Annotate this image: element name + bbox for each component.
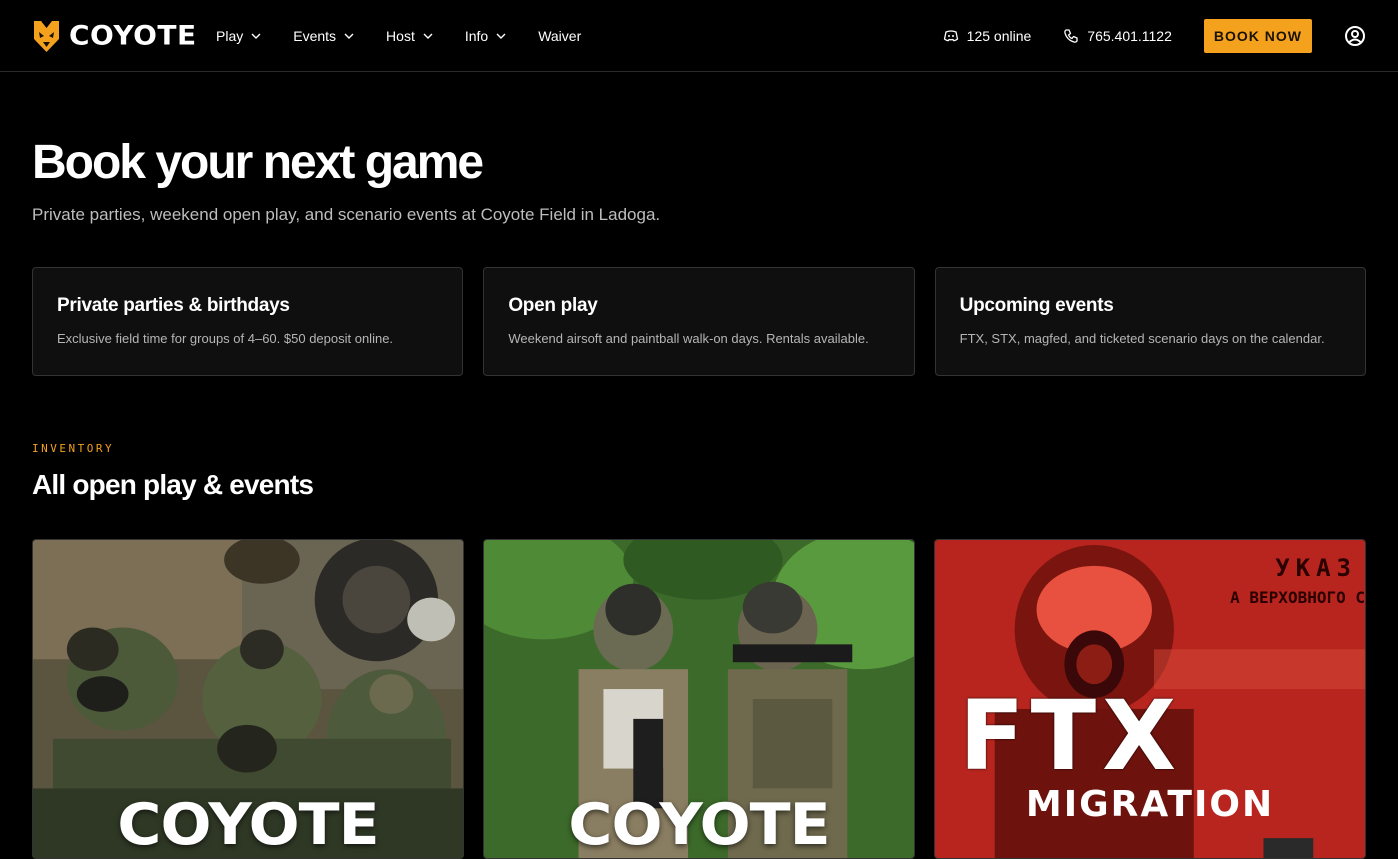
nav-events-label: Events [293, 27, 337, 44]
nav-host[interactable]: Host [386, 28, 433, 44]
coyote-badge-icon [34, 20, 59, 52]
nav-host-label: Host [386, 27, 415, 44]
tile-sublabel: MIGRATION [1025, 784, 1275, 825]
phone-icon [1064, 28, 1078, 43]
online-count: 125 online [966, 27, 1032, 44]
card-private-parties[interactable]: Private parties & birthdays Exclusive fi… [32, 267, 464, 376]
card-title: Open play [508, 295, 598, 316]
chevron-down-icon [344, 33, 354, 39]
booking-section: Book your next game Private parties, wee… [0, 135, 1398, 859]
tile-label: COYOTE [117, 791, 379, 859]
booking-cards: Private parties & birthdays Exclusive fi… [32, 267, 1366, 376]
card-upcoming-events[interactable]: Upcoming events FTX, STX, magfed, and ti… [934, 267, 1366, 376]
brand-name: COYOTE [69, 19, 197, 51]
phone-link[interactable]: 765.401.1122 [1063, 28, 1172, 44]
inventory-eyebrow: INVENTORY [32, 442, 115, 455]
nav-play[interactable]: Play [216, 28, 261, 44]
event-tiles: COYOTE COYOTE УКАЗ А ВЕРХОВНОГО С FTX MI… [32, 539, 1366, 859]
nav-events[interactable]: Events [293, 28, 354, 44]
tile-label: FTX [959, 680, 1183, 792]
site-header: COYOTE Play Events Host Info Waiver 125 … [0, 0, 1398, 72]
discord-icon [943, 29, 958, 41]
brand-logo[interactable]: COYOTE [32, 19, 216, 53]
chevron-down-icon [496, 33, 506, 39]
card-open-play[interactable]: Open play Weekend airsoft and paintball … [483, 267, 915, 376]
event-tile[interactable]: COYOTE [32, 539, 464, 859]
card-text: Weekend airsoft and paintball walk-on da… [508, 331, 869, 346]
page-title: Book your next game [32, 136, 484, 189]
event-tile[interactable]: COYOTE [483, 539, 915, 859]
card-title: Private parties & birthdays [57, 295, 290, 316]
card-text: Exclusive field time for groups of 4–60.… [57, 331, 394, 346]
book-now-button[interactable]: BOOK NOW [1203, 18, 1312, 53]
nav-waiver[interactable]: Waiver [538, 28, 581, 44]
nav-play-label: Play [216, 27, 244, 44]
chevron-down-icon [251, 33, 261, 39]
account-icon[interactable] [1344, 25, 1366, 47]
nav-waiver-label: Waiver [538, 27, 582, 44]
nav-info[interactable]: Info [465, 28, 506, 44]
poster-bg-text: А ВЕРХОВНОГО С [1230, 588, 1365, 607]
inventory-title: All open play & events [32, 469, 314, 500]
chevron-down-icon [423, 33, 433, 39]
discord-online-link[interactable]: 125 online [943, 27, 1032, 44]
card-text: FTX, STX, magfed, and ticketed scenario … [959, 331, 1325, 346]
card-title: Upcoming events [959, 295, 1114, 316]
page-subtitle: Private parties, weekend open play, and … [32, 205, 661, 224]
tile-label: COYOTE [568, 791, 830, 859]
main-nav: Play Events Host Info Waiver [216, 28, 613, 44]
event-tile[interactable]: УКАЗ А ВЕРХОВНОГО С FTX MIGRATION [934, 539, 1366, 859]
nav-info-label: Info [464, 27, 489, 44]
phone-number: 765.401.1122 [1087, 27, 1172, 44]
poster-bg-text: УКАЗ [1275, 554, 1357, 582]
